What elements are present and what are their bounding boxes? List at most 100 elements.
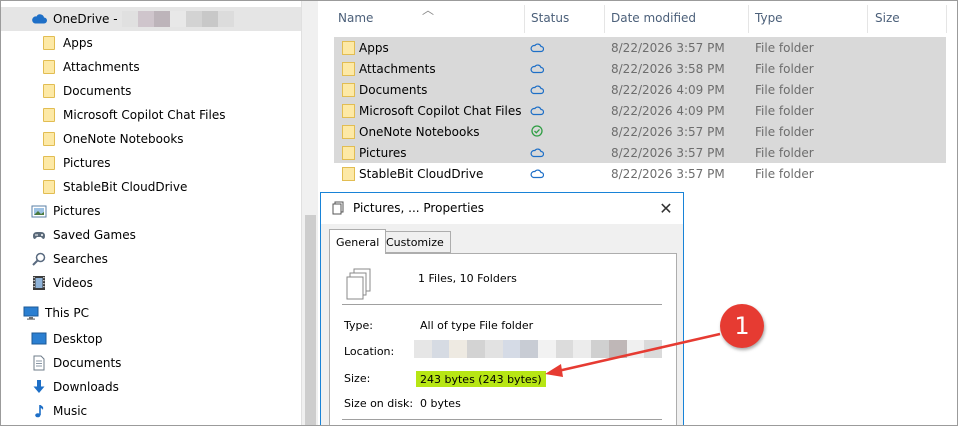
file-name: StableBit CloudDrive (359, 166, 484, 181)
nav-item-documents[interactable]: Documents (1, 79, 301, 103)
date-modified: 8/22/2026 3:58 PM (611, 61, 725, 76)
nav-label: Downloads (53, 380, 119, 394)
nav-scrollbar-thumb[interactable] (305, 215, 316, 425)
nav-item-downloads[interactable]: Downloads (1, 375, 301, 399)
nav-label: Documents (53, 356, 122, 370)
folder-icon (342, 62, 355, 76)
column-divider[interactable] (604, 5, 605, 33)
nav-label: StableBit CloudDrive (63, 180, 188, 194)
nav-item-pc-documents[interactable]: Documents (1, 351, 301, 375)
nav-item-copilot-chat-files[interactable]: Microsoft Copilot Chat Files (1, 103, 301, 127)
nav-item-videos[interactable]: Videos (1, 271, 301, 295)
file-row[interactable]: Microsoft Copilot Chat Files 8/22/2026 4:… (334, 100, 946, 121)
nav-item-onedrive[interactable]: OneDrive - (1, 7, 301, 31)
column-header-name[interactable]: Name (338, 1, 373, 35)
nav-scrollbar[interactable] (301, 1, 318, 425)
desktop-icon (31, 332, 47, 345)
nav-item-searches[interactable]: Searches (1, 247, 301, 271)
nav-label: Pictures (63, 156, 111, 170)
folder-icon (43, 108, 55, 122)
synced-check-icon (531, 125, 543, 137)
nav-item-stablebit-clouddrive[interactable]: StableBit CloudDrive (1, 175, 301, 199)
folder-icon (43, 156, 55, 170)
column-header-label: Name (338, 11, 374, 25)
annotation-number: 1 (734, 312, 750, 340)
this-pc-icon (23, 306, 39, 320)
column-header-size[interactable]: Size (875, 1, 900, 35)
file-name: Microsoft Copilot Chat Files (359, 103, 522, 118)
cloud-only-icon (530, 43, 544, 53)
folder-icon (342, 41, 355, 55)
location-label: Location: (344, 345, 395, 358)
dialog-title-bar[interactable]: Pictures, ... Properties ✕ (321, 193, 683, 224)
search-icon (32, 252, 46, 266)
close-button[interactable]: ✕ (653, 196, 679, 220)
column-header-type[interactable]: Type (755, 1, 783, 35)
folder-icon (342, 146, 355, 160)
nav-item-music[interactable]: Music (1, 399, 301, 423)
nav-item-desktop[interactable]: Desktop (1, 327, 301, 351)
documents-icon (33, 355, 45, 371)
date-modified: 8/22/2026 4:09 PM (611, 103, 725, 118)
column-header-label: Status (531, 11, 570, 25)
folder-icon (43, 132, 55, 146)
redacted-location (414, 340, 663, 358)
type-value: All of type File folder (420, 319, 534, 332)
nav-label: Apps (63, 36, 93, 50)
file-type: File folder (755, 103, 814, 118)
multiple-files-large-icon (346, 268, 371, 300)
nav-item-user-pictures[interactable]: Pictures (1, 199, 301, 223)
column-header-label: Date modified (611, 11, 697, 25)
file-name: Attachments (359, 61, 436, 76)
cloud-only-icon (530, 169, 544, 179)
file-name: Documents (359, 82, 428, 97)
file-row[interactable]: Attachments 8/22/2026 3:58 PM File folder (334, 58, 946, 79)
tab-customize[interactable]: Customize (379, 231, 451, 253)
file-row[interactable]: Documents 8/22/2026 4:09 PM File folder (334, 79, 946, 100)
dialog-title: Pictures, ... Properties (353, 201, 485, 215)
cloud-only-icon (530, 148, 544, 158)
divider (342, 419, 662, 420)
date-modified: 8/22/2026 4:09 PM (611, 82, 725, 97)
file-type: File folder (755, 82, 814, 97)
column-header-status[interactable]: Status (531, 1, 569, 35)
sort-ascending-icon: ︿ (422, 3, 435, 17)
date-modified: 8/22/2026 3:57 PM (611, 145, 725, 160)
file-row[interactable]: StableBit CloudDrive 8/22/2026 3:57 PM Fil… (334, 163, 946, 184)
folder-icon (43, 84, 55, 98)
column-divider[interactable] (946, 5, 947, 33)
size-on-disk-label: Size on disk: (344, 397, 414, 410)
music-icon (35, 405, 44, 418)
nav-item-apps[interactable]: Apps (1, 31, 301, 55)
file-name: Apps (359, 40, 389, 55)
column-divider[interactable] (867, 5, 868, 33)
nav-item-onenote-notebooks[interactable]: OneNote Notebooks (1, 127, 301, 151)
file-row[interactable]: Apps 8/22/2026 3:57 PM File folder (334, 37, 946, 58)
column-header-date-modified[interactable]: Date modified (611, 1, 696, 35)
tab-general[interactable]: General (329, 229, 387, 254)
file-row[interactable]: Pictures 8/22/2026 3:57 PM File folder (334, 142, 946, 163)
nav-label-onedrive: OneDrive - (53, 12, 118, 26)
nav-item-this-pc[interactable]: This PC (1, 301, 301, 325)
annotation-badge: 1 (720, 304, 764, 348)
folder-icon (342, 125, 355, 139)
file-name: OneNote Notebooks (359, 124, 480, 139)
saved-games-icon (33, 232, 45, 239)
nav-item-saved-games[interactable]: Saved Games (1, 223, 301, 247)
cloud-only-icon (530, 64, 544, 74)
nav-label: OneNote Notebooks (63, 132, 184, 146)
multiple-files-icon (332, 201, 344, 215)
column-divider[interactable] (524, 5, 525, 33)
column-divider[interactable] (748, 5, 749, 33)
nav-label: Documents (63, 84, 132, 98)
folder-icon (342, 167, 355, 181)
nav-item-pictures[interactable]: Pictures (1, 151, 301, 175)
folder-icon (342, 83, 355, 97)
file-type: File folder (755, 40, 814, 55)
nav-label: Music (53, 404, 88, 418)
nav-item-attachments[interactable]: Attachments (1, 55, 301, 79)
videos-icon (33, 276, 45, 290)
navigation-pane: OneDrive - Apps Attachments Documents Mi… (1, 1, 301, 425)
file-row[interactable]: OneNote Notebooks 8/22/2026 3:57 PM File f… (334, 121, 946, 142)
nav-label: Microsoft Copilot Chat Files (63, 108, 226, 122)
